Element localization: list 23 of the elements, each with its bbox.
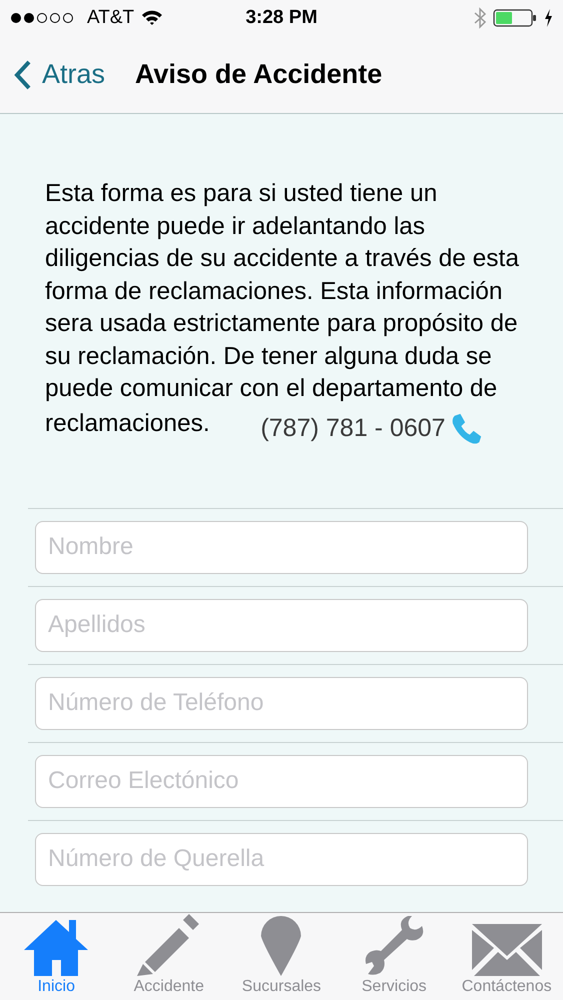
battery-icon — [493, 9, 537, 27]
pencil-icon — [136, 914, 201, 976]
input-field[interactable]: Correo Electónico — [35, 754, 528, 808]
charging-icon — [544, 9, 553, 27]
tab-item[interactable]: Servicios — [339, 913, 450, 1000]
input-field[interactable]: Número de Teléfono — [35, 676, 528, 730]
back-button[interactable]: Atras — [14, 59, 106, 90]
input-field[interactable]: Apellidos — [35, 598, 528, 652]
tab-item[interactable]: Inicio — [1, 913, 112, 1000]
input-field[interactable]: Nombre — [35, 520, 528, 574]
house-icon — [24, 918, 88, 976]
wifi-icon — [141, 10, 164, 26]
map-pin-icon — [259, 914, 304, 976]
tab-item[interactable]: Sucursales — [226, 913, 336, 1000]
page-title: Aviso de Accidente — [135, 59, 382, 90]
status-time: 3:28 PM — [246, 7, 318, 29]
tab-item[interactable]: Accidente — [114, 913, 224, 1000]
tab-item[interactable]: Contáctenos — [452, 913, 562, 1000]
carrier-name: AT&T — [87, 7, 134, 29]
bluetooth-icon — [474, 7, 486, 29]
input-field[interactable]: Número de Querella — [35, 832, 528, 886]
chevron-icon — [14, 60, 32, 90]
envelope-icon — [472, 924, 542, 976]
